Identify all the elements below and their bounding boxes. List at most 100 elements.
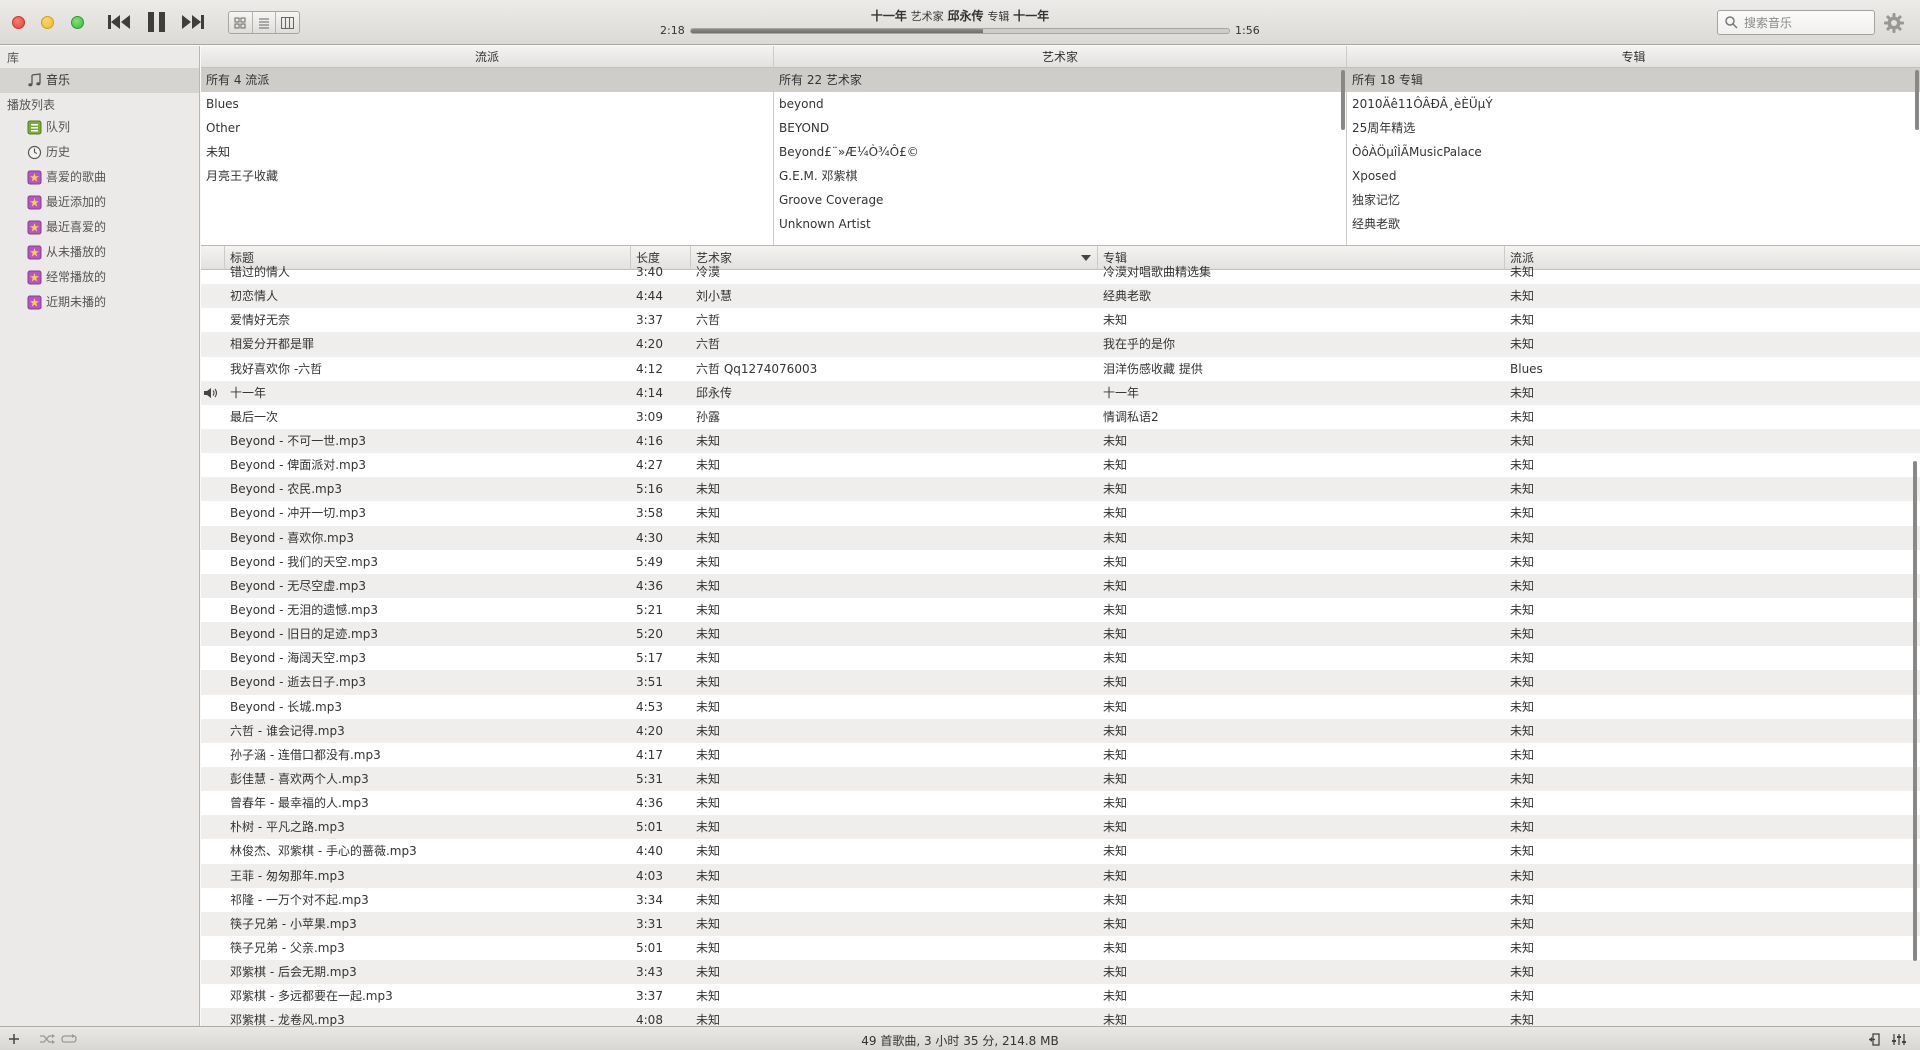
album-list-item[interactable]: 25周年精选 bbox=[1347, 116, 1920, 140]
maximize-window-button[interactable] bbox=[71, 16, 84, 29]
table-row[interactable]: 彭佳慧 - 喜欢两个人.mp3 5:31 未知 未知 未知 bbox=[201, 766, 1920, 792]
playing-indicator-cell bbox=[201, 936, 225, 960]
table-row[interactable]: Beyond - 长城.mp3 4:53 未知 未知 未知 bbox=[201, 695, 1920, 719]
table-row[interactable]: 祁隆 - 一万个对不起.mp3 3:34 未知 未知 未知 bbox=[201, 888, 1920, 912]
settings-button[interactable] bbox=[1882, 11, 1906, 35]
sidebar-item-playlist[interactable]: 近期未播的 bbox=[0, 290, 199, 315]
artist-list-item[interactable]: Beyond£¨»Æ¼Ò¾Ô£© bbox=[774, 140, 1346, 164]
table-row[interactable]: Beyond - 喜欢你.mp3 4:30 未知 未知 未知 bbox=[201, 525, 1920, 550]
queue-icon bbox=[27, 120, 42, 135]
table-row[interactable]: 朴树 - 平凡之路.mp3 5:01 未知 未知 未知 bbox=[201, 815, 1920, 840]
album-pane-header[interactable]: 专辑 bbox=[1347, 46, 1920, 68]
grid-view-button[interactable] bbox=[229, 12, 253, 33]
table-row[interactable]: 孙子涵 - 连借口都没有.mp3 4:17 未知 未知 未知 bbox=[201, 743, 1920, 767]
table-row[interactable]: 邓紫棋 - 后会无期.mp3 3:43 未知 未知 未知 bbox=[201, 960, 1920, 985]
album-list-item[interactable]: ÒôÀÖµîÌÃMusicPalace bbox=[1347, 140, 1920, 164]
track-length-cell: 3:34 bbox=[636, 892, 663, 907]
sidebar-item-playlist[interactable]: 历史 bbox=[0, 140, 199, 165]
sidebar-item-playlist[interactable]: 最近喜爱的 bbox=[0, 215, 199, 240]
table-row[interactable]: 错过的情人 3:40 冷漠 冷漠对唱歌曲精选集 未知 bbox=[201, 260, 1920, 284]
info-panel-button[interactable] bbox=[1866, 1031, 1882, 1047]
artist-list-item[interactable]: Unknown Artist bbox=[774, 212, 1346, 236]
playing-indicator-cell bbox=[201, 719, 225, 743]
table-row[interactable]: 筷子兄弟 - 小苹果.mp3 3:31 未知 未知 未知 bbox=[201, 911, 1920, 936]
equalizer-button[interactable] bbox=[1890, 1031, 1908, 1047]
genre-list-item[interactable]: Other bbox=[201, 116, 773, 140]
table-row[interactable]: Beyond - 不可一世.mp3 4:16 未知 未知 未知 bbox=[201, 428, 1920, 454]
album-pane-scrollbar[interactable] bbox=[1915, 70, 1919, 130]
sidebar-item-playlist[interactable]: 喜爱的歌曲 bbox=[0, 165, 199, 190]
table-row[interactable]: 相爱分开都是罪 4:20 六哲 我在乎的是你 未知 bbox=[201, 332, 1920, 357]
table-row[interactable]: Beyond - 无泪的遗憾.mp3 5:21 未知 未知 未知 bbox=[201, 598, 1920, 622]
list-view-button[interactable] bbox=[253, 12, 277, 33]
album-list-item[interactable]: 所有 18 专辑 bbox=[1347, 68, 1920, 92]
next-track-button[interactable] bbox=[180, 11, 206, 33]
album-list-item[interactable]: 2010Äê11ÔÂÐÂ¸èÈÜµÝ bbox=[1347, 92, 1920, 116]
table-row[interactable]: 爱情好无奈 3:37 六哲 未知 未知 bbox=[201, 308, 1920, 332]
table-row[interactable]: 林俊杰、邓紫棋 - 手心的蔷薇.mp3 4:40 未知 未知 未知 bbox=[201, 839, 1920, 863]
sidebar-item-music[interactable]: 音乐 bbox=[0, 68, 199, 93]
album-list-item[interactable]: 独家记忆 bbox=[1347, 188, 1920, 212]
sidebar-item-playlist[interactable]: 队列 bbox=[0, 115, 199, 140]
table-row[interactable]: Beyond - 旧日的足迹.mp3 5:20 未知 未知 未知 bbox=[201, 622, 1920, 647]
table-row[interactable]: Beyond - 我们的天空.mp3 5:49 未知 未知 未知 bbox=[201, 550, 1920, 574]
table-row[interactable]: Beyond - 俾面派对.mp3 4:27 未知 未知 未知 bbox=[201, 453, 1920, 477]
table-row[interactable]: Beyond - 无尽空虚.mp3 4:36 未知 未知 未知 bbox=[201, 573, 1920, 598]
table-row[interactable]: Beyond - 农民.mp3 5:16 未知 未知 未知 bbox=[201, 477, 1920, 502]
sidebar-item-playlist[interactable]: 从未播放的 bbox=[0, 240, 199, 265]
track-genre-cell: 未知 bbox=[1510, 747, 1535, 762]
album-list-item[interactable]: Xposed bbox=[1347, 164, 1920, 188]
pause-button[interactable] bbox=[144, 11, 170, 33]
minimize-window-button[interactable] bbox=[41, 16, 54, 29]
search-input[interactable] bbox=[1744, 15, 1864, 30]
sidebar-item-playlist[interactable]: 最近添加的 bbox=[0, 190, 199, 215]
table-row[interactable]: 邓紫棋 - 龙卷风.mp3 4:08 未知 未知 未知 bbox=[201, 1008, 1920, 1026]
table-row[interactable]: Beyond - 海阔天空.mp3 5:17 未知 未知 未知 bbox=[201, 646, 1920, 670]
table-row[interactable]: 筷子兄弟 - 父亲.mp3 5:01 未知 未知 未知 bbox=[201, 936, 1920, 960]
artist-list-item[interactable]: beyond bbox=[774, 92, 1346, 116]
columns-icon bbox=[281, 16, 295, 29]
genre-list-item[interactable]: Blues bbox=[201, 92, 773, 116]
close-window-button[interactable] bbox=[12, 16, 25, 29]
playing-indicator-cell bbox=[201, 574, 225, 598]
table-row[interactable]: 曾春年 - 最幸福的人.mp3 4:36 未知 未知 未知 bbox=[201, 791, 1920, 815]
track-title-cell: 十一年 bbox=[230, 385, 267, 400]
track-album-cell: 未知 bbox=[1103, 458, 1128, 473]
artist-pane-header[interactable]: 艺术家 bbox=[774, 46, 1346, 68]
track-list-scrollbar[interactable] bbox=[1913, 461, 1917, 961]
seek-bar[interactable] bbox=[690, 28, 1230, 34]
sidebar-item-playlist[interactable]: 经常播放的 bbox=[0, 265, 199, 290]
genre-list-item[interactable]: 月亮王子收藏 bbox=[201, 164, 773, 188]
previous-track-button[interactable] bbox=[106, 11, 132, 33]
genre-pane-header[interactable]: 流派 bbox=[201, 46, 773, 68]
table-row[interactable]: Beyond - 逝去日子.mp3 3:51 未知 未知 未知 bbox=[201, 670, 1920, 695]
column-view-button[interactable] bbox=[276, 12, 299, 33]
table-row[interactable]: 初恋情人 4:44 刘小慧 经典老歌 未知 bbox=[201, 284, 1920, 309]
track-length-cell: 4:36 bbox=[636, 796, 663, 811]
genre-list-item[interactable]: 所有 4 流派 bbox=[201, 68, 773, 92]
artist-pane-scrollbar[interactable] bbox=[1341, 70, 1345, 130]
playing-indicator-cell bbox=[201, 984, 225, 1008]
track-genre-cell: 未知 bbox=[1510, 433, 1535, 448]
table-row[interactable]: 王菲 - 匆匆那年.mp3 4:03 未知 未知 未知 bbox=[201, 863, 1920, 888]
table-row[interactable]: 邓紫棋 - 多远都要在一起.mp3 3:37 未知 未知 未知 bbox=[201, 984, 1920, 1008]
artist-list-item[interactable]: BEYOND bbox=[774, 116, 1346, 140]
table-row[interactable]: 六哲 - 谁会记得.mp3 4:20 未知 未知 未知 bbox=[201, 718, 1920, 743]
track-artist-cell: 未知 bbox=[696, 747, 721, 762]
table-row[interactable]: 我好喜欢你 -六哲 4:12 六哲 Qq1274076003 泪洋伤感收藏 提供 Blu… bbox=[201, 357, 1920, 381]
table-row[interactable]: Beyond - 冲开一切.mp3 3:58 未知 未知 未知 bbox=[201, 501, 1920, 525]
track-album-cell: 未知 bbox=[1103, 313, 1128, 328]
track-album-cell: 未知 bbox=[1103, 916, 1128, 931]
artist-list-item[interactable]: 所有 22 艺术家 bbox=[774, 68, 1346, 92]
genre-list-item[interactable]: 未知 bbox=[201, 140, 773, 164]
track-album-cell: 未知 bbox=[1103, 675, 1128, 690]
elapsed-time: 2:18 bbox=[660, 24, 685, 37]
sidebar-item-label: 历史 bbox=[46, 145, 71, 159]
artist-list-item[interactable]: G.E.M. 邓紫棋 bbox=[774, 164, 1346, 188]
table-row-now-playing[interactable]: 十一年 4:14 邱永传 十一年 未知 bbox=[201, 380, 1920, 405]
album-list-item[interactable]: 经典老歌 bbox=[1347, 212, 1920, 236]
track-length-cell: 5:20 bbox=[636, 627, 663, 642]
table-row[interactable]: 最后一次 3:09 孙露 情调私语2 未知 bbox=[201, 405, 1920, 429]
music-note-icon bbox=[28, 73, 41, 87]
artist-list-item[interactable]: Groove Coverage bbox=[774, 188, 1346, 212]
